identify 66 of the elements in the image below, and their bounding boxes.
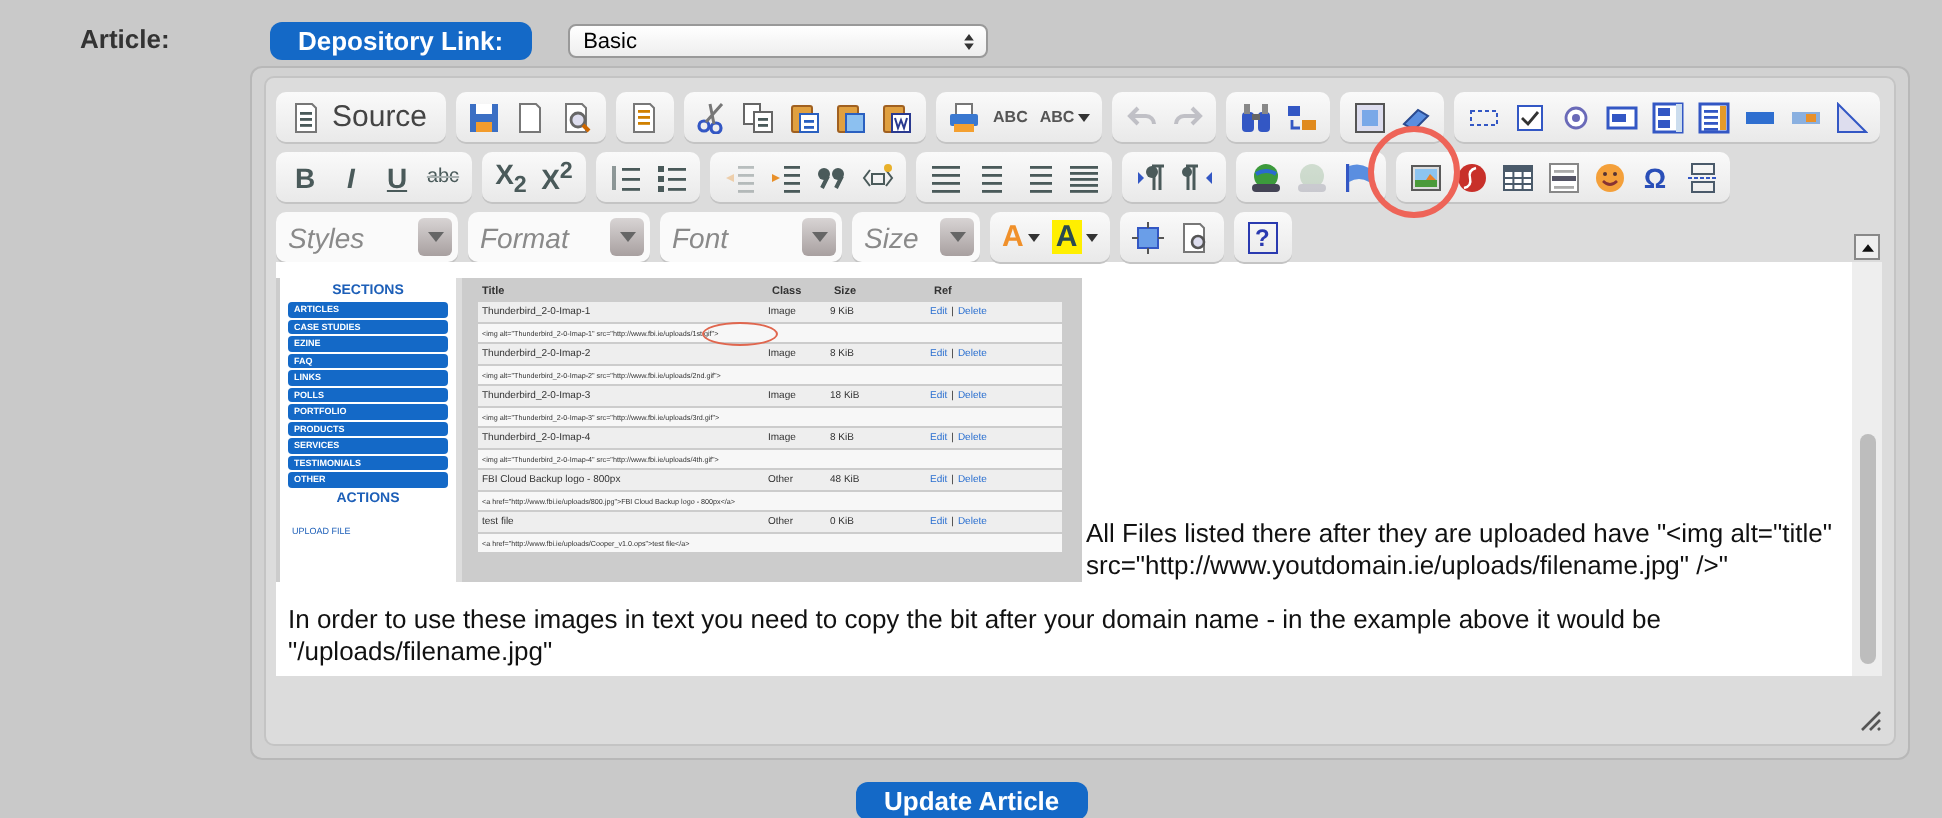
- align-justify-icon: [1067, 161, 1099, 193]
- table-icon: [1501, 161, 1533, 193]
- maximize-icon: [1132, 221, 1165, 253]
- highlight-circle: [1368, 126, 1460, 218]
- up-triangle-icon: [1861, 243, 1873, 251]
- bulleted-list-icon: [655, 161, 687, 193]
- caret-icon: [1085, 233, 1098, 241]
- printer-icon: [948, 101, 981, 133]
- smiley-icon: [1593, 161, 1625, 193]
- select-all-icon: [1353, 101, 1386, 133]
- ball-icon: [1455, 161, 1487, 193]
- special-character-button[interactable]: Ω: [1632, 154, 1678, 200]
- text-direction-ltr-icon: [1135, 161, 1167, 193]
- ring-dot-icon: [1559, 101, 1592, 133]
- replace-icon: [1285, 101, 1318, 133]
- style-combo[interactable]: Font: [660, 212, 842, 262]
- page-break-icon: [1685, 161, 1717, 193]
- toolbar-select[interactable]: Basic: [567, 24, 988, 58]
- flag-icon: [1341, 161, 1373, 193]
- align-left-icon: [929, 161, 961, 193]
- italic-button[interactable]: I: [328, 154, 374, 200]
- caret-icon: [1027, 233, 1040, 241]
- blank-page-icon: [514, 101, 547, 133]
- spellcheck-button[interactable]: ABC: [987, 94, 1034, 140]
- image-icon: [1409, 161, 1441, 193]
- scissors-icon: [696, 101, 729, 133]
- clipboard-word-icon: [880, 101, 913, 133]
- superscript-button[interactable]: X$^{2}$: [534, 154, 580, 200]
- paragraph: In order to use these images in text you need to copy the bit after your domain name - in the example above it would be "/uploads/filename.jpg": [288, 604, 1664, 668]
- numbered-list-icon: [609, 161, 641, 193]
- up-down-arrows-icon: [963, 33, 974, 49]
- spellcheck-menu-button[interactable]: ABC: [1033, 94, 1097, 140]
- hidden-field-icon: [1835, 101, 1868, 133]
- paragraph: All Files listed there after they are uploaded have "<img alt="title" src="http://www.youtdomain.ie/uploads/filename.jpg" />": [1086, 518, 1834, 582]
- style-combo[interactable]: Styles: [276, 212, 458, 262]
- resize-grip-icon[interactable]: [1858, 708, 1882, 732]
- checkbox-icon: [1513, 101, 1546, 133]
- globe-link-icon: [1249, 161, 1281, 193]
- binoculars-icon: [1239, 101, 1272, 133]
- globe-unlink-icon: [1295, 161, 1327, 193]
- scrollbar[interactable]: [1852, 262, 1882, 676]
- field-label: Article:: [80, 24, 170, 54]
- clipboard-text-icon: [834, 101, 867, 133]
- text-direction-rtl-icon: [1181, 161, 1213, 193]
- update-article-button[interactable]: Update Article: [856, 782, 1088, 818]
- text-field-icon: [1605, 101, 1638, 133]
- depository-link-button[interactable]: Depository Link:: [270, 22, 532, 60]
- subscript-button[interactable]: X$_{2}$: [488, 154, 534, 200]
- collapse-toolbar-button[interactable]: [1854, 234, 1880, 260]
- style-combo[interactable]: Format: [468, 212, 650, 262]
- editor-content[interactable]: [276, 262, 1852, 676]
- outdent-icon: [723, 161, 755, 193]
- style-combo[interactable]: Size: [852, 212, 980, 262]
- bold-button[interactable]: B: [282, 154, 328, 200]
- clipboard-icon: [788, 101, 821, 133]
- show-blocks-icon: [1178, 221, 1211, 253]
- background-color-button[interactable]: A: [1045, 214, 1104, 260]
- indent-icon: [769, 161, 801, 193]
- underline-button[interactable]: U: [374, 154, 420, 200]
- caret-icon: [1078, 113, 1091, 121]
- list-box-icon: [1697, 101, 1730, 133]
- copy-icon: [742, 101, 775, 133]
- document-icon: [290, 101, 322, 133]
- page-magnifier-icon: [560, 101, 593, 133]
- list-page-icon: [628, 101, 661, 133]
- text-area-icon: [1651, 101, 1684, 133]
